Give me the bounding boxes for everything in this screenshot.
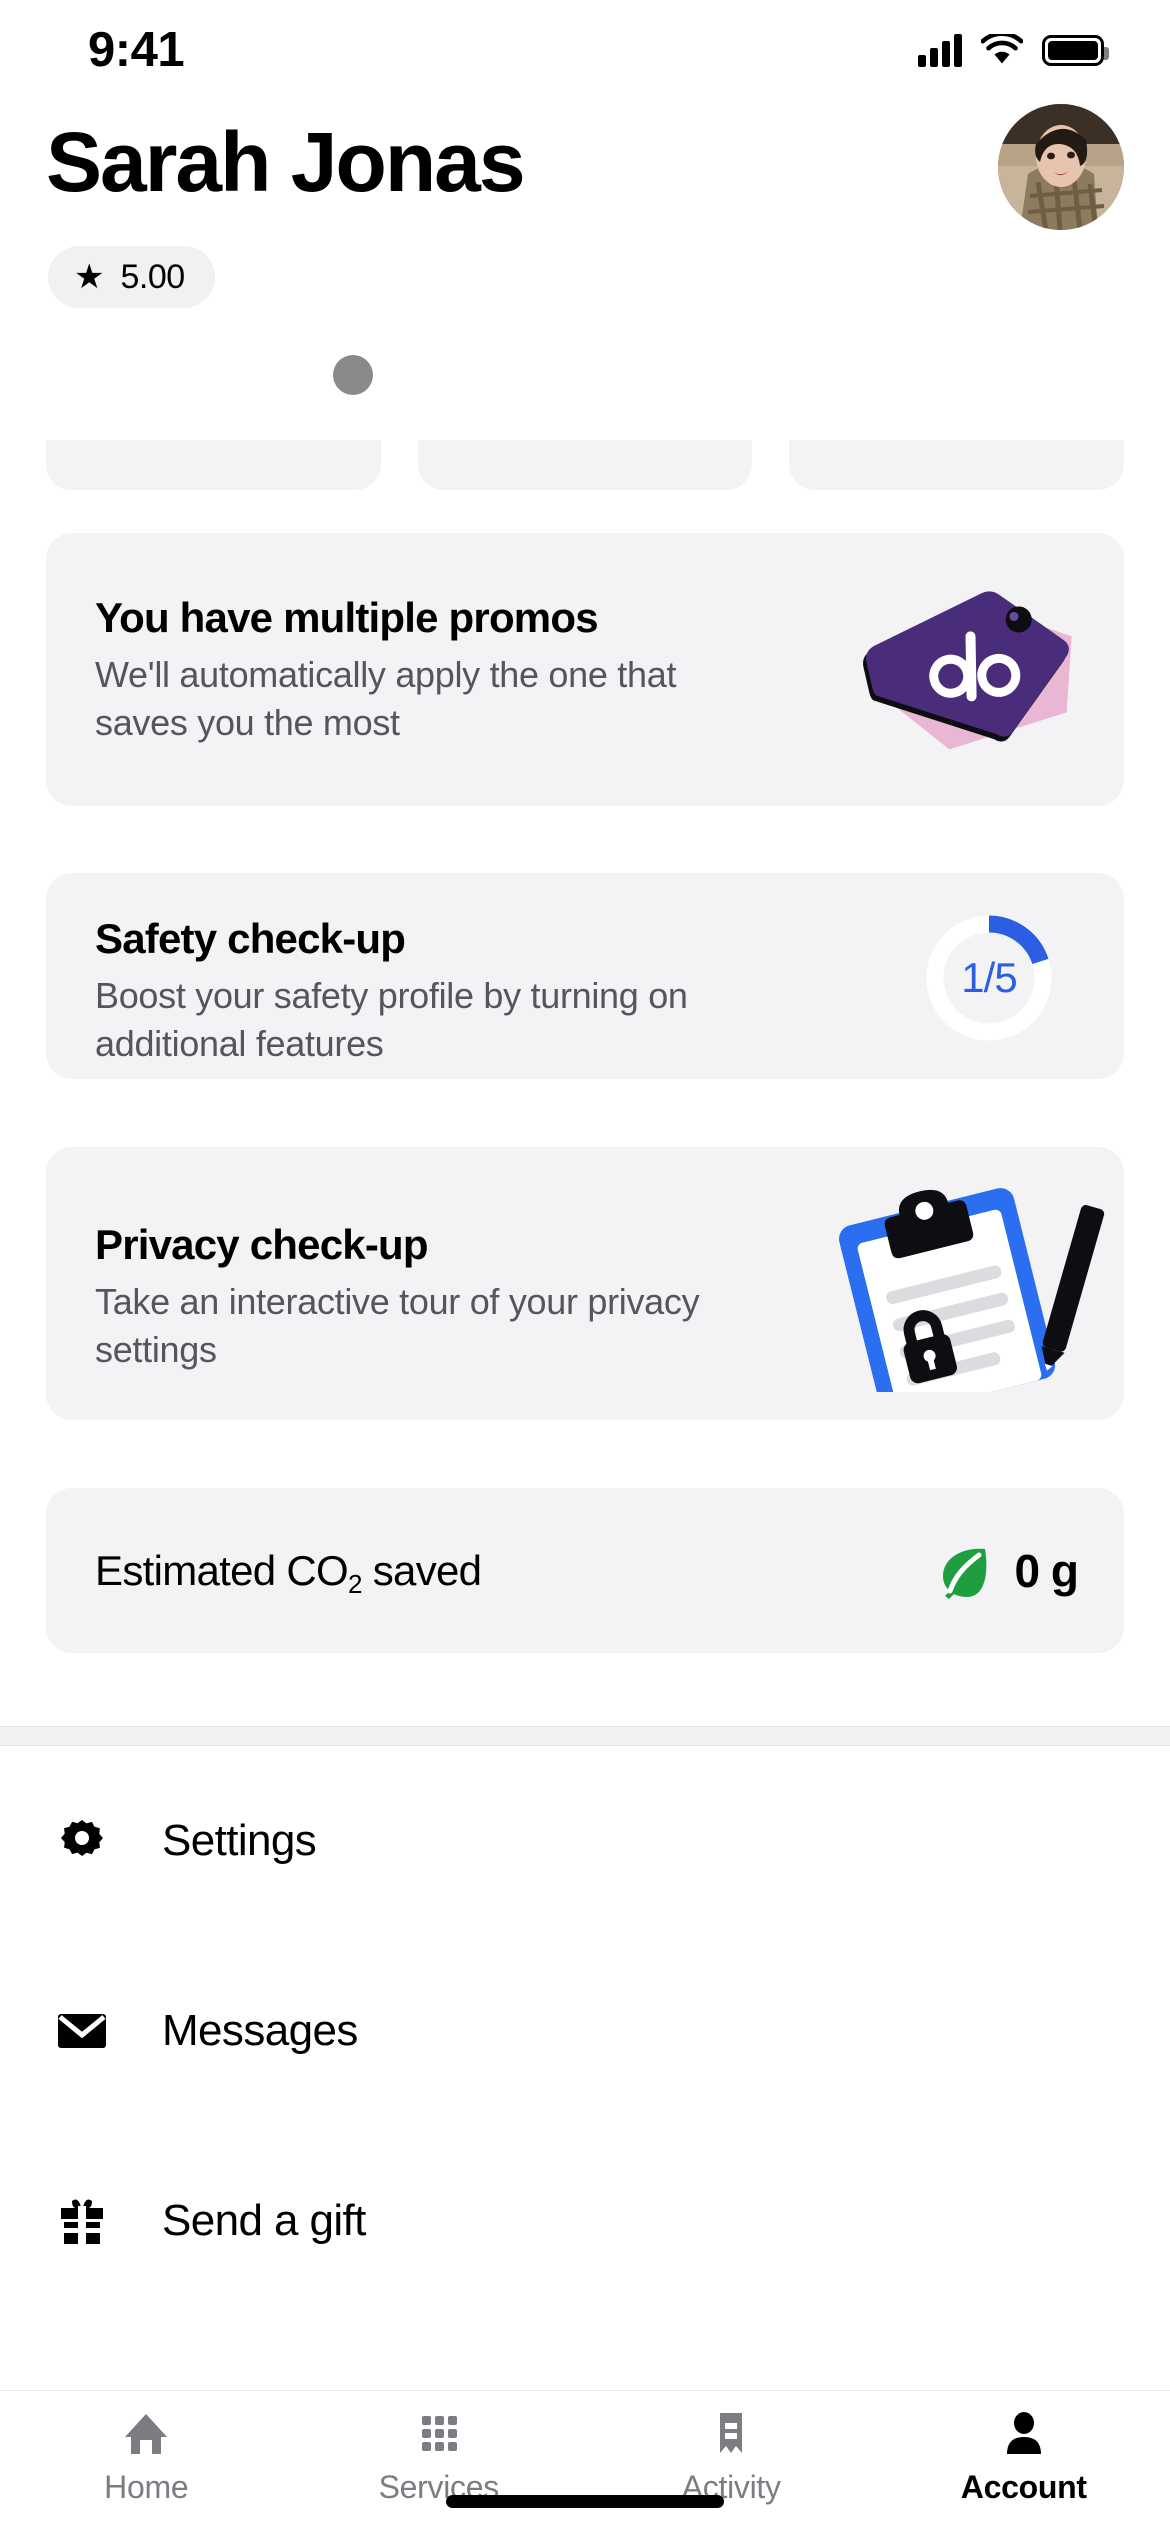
- bottom-tab-bar: Home Services Activity Account: [0, 2390, 1170, 2532]
- clipped-card[interactable]: [417, 440, 753, 490]
- gear-icon: [44, 1818, 120, 1864]
- co2-label-prefix: Estimated CO: [95, 1546, 349, 1594]
- promo-card-title: You have multiple promos: [95, 594, 599, 641]
- tab-home[interactable]: Home: [0, 2409, 293, 2506]
- status-bar-indicators: [918, 33, 1109, 67]
- receipt-icon: [720, 2413, 743, 2453]
- tab-label: Home: [104, 2469, 189, 2505]
- signal-bars-icon: [918, 33, 962, 67]
- privacy-checkup-card[interactable]: Privacy check-up Take an interactive tou…: [46, 1147, 1124, 1420]
- status-bar: 9:41: [0, 0, 1170, 100]
- co2-label-suffix: saved: [361, 1546, 482, 1594]
- co2-label-subscript: 2: [348, 1568, 362, 1599]
- status-bar-time: 9:41: [88, 23, 185, 77]
- safety-progress-ring: 1/5: [920, 909, 1058, 1047]
- profile-photo: [998, 104, 1124, 230]
- menu-item-label: Settings: [162, 1816, 317, 1865]
- grid-icon: [421, 2416, 457, 2451]
- safety-card-text: Safety check-up Boost your safety profil…: [95, 915, 795, 1068]
- promo-card-subtitle: We'll automatically apply the one that s…: [95, 654, 677, 743]
- menu-item-settings[interactable]: Settings: [0, 1746, 1170, 1936]
- section-divider: [0, 1726, 1170, 1746]
- envelope-icon: [44, 2011, 120, 2051]
- promo-card-text: You have multiple promos We'll automatic…: [95, 594, 735, 747]
- safety-card-subtitle: Boost your safety profile by turning on …: [95, 975, 688, 1064]
- tab-label: Account: [960, 2469, 1087, 2505]
- star-icon: ★: [74, 258, 105, 296]
- person-icon: [1006, 2412, 1041, 2454]
- privacy-clipboard-illustration: [839, 1188, 1105, 1392]
- clipped-card[interactable]: [789, 440, 1125, 490]
- tab-services[interactable]: Services: [293, 2409, 586, 2506]
- privacy-card-text: Privacy check-up Take an interactive tou…: [95, 1221, 755, 1374]
- leaf-icon: [942, 1548, 986, 1599]
- tab-activity[interactable]: Activity: [585, 2409, 878, 2506]
- clipped-card-strip: [0, 440, 1170, 502]
- co2-row: Estimated CO2 saved 0 g: [46, 1488, 1124, 1653]
- privacy-card-subtitle: Take an interactive tour of your privacy…: [95, 1281, 700, 1370]
- avatar[interactable]: [998, 104, 1124, 230]
- gift-icon: [44, 2197, 120, 2245]
- safety-progress-label: 1/5: [961, 954, 1017, 1001]
- promo-card[interactable]: You have multiple promos We'll automatic…: [46, 533, 1124, 806]
- profile-header: Sarah Jonas ★ 5.00: [0, 104, 1170, 344]
- menu-item-messages[interactable]: Messages: [0, 1936, 1170, 2126]
- home-icon: [125, 2414, 168, 2454]
- promo-tag-illustration: [863, 591, 1072, 750]
- clipped-card[interactable]: [46, 440, 381, 490]
- co2-saved-card[interactable]: Estimated CO2 saved 0 g: [46, 1488, 1124, 1653]
- tab-account[interactable]: Account: [878, 2409, 1170, 2506]
- privacy-card-title: Privacy check-up: [95, 1221, 429, 1268]
- safety-checkup-card[interactable]: Safety check-up Boost your safety profil…: [46, 873, 1124, 1079]
- wifi-icon: [981, 34, 1023, 64]
- cursor-indicator: [333, 355, 373, 395]
- menu-item-send-a-gift[interactable]: Send a gift: [0, 2126, 1170, 2316]
- menu-item-label: Messages: [162, 2006, 358, 2055]
- co2-label: Estimated CO2 saved: [95, 1546, 482, 1599]
- rating-badge[interactable]: ★ 5.00: [48, 246, 215, 308]
- home-indicator: [446, 2495, 724, 2508]
- account-menu-list: Settings Messages Send a gift: [0, 1746, 1170, 2316]
- co2-value-group: 0 g: [937, 1543, 1079, 1599]
- co2-value: 0 g: [1014, 1544, 1079, 1597]
- menu-item-label: Send a gift: [162, 2196, 366, 2245]
- safety-card-title: Safety check-up: [95, 915, 406, 962]
- battery-icon: [1042, 34, 1109, 66]
- page-title: Sarah Jonas: [46, 115, 526, 209]
- rating-value: 5.00: [120, 257, 185, 296]
